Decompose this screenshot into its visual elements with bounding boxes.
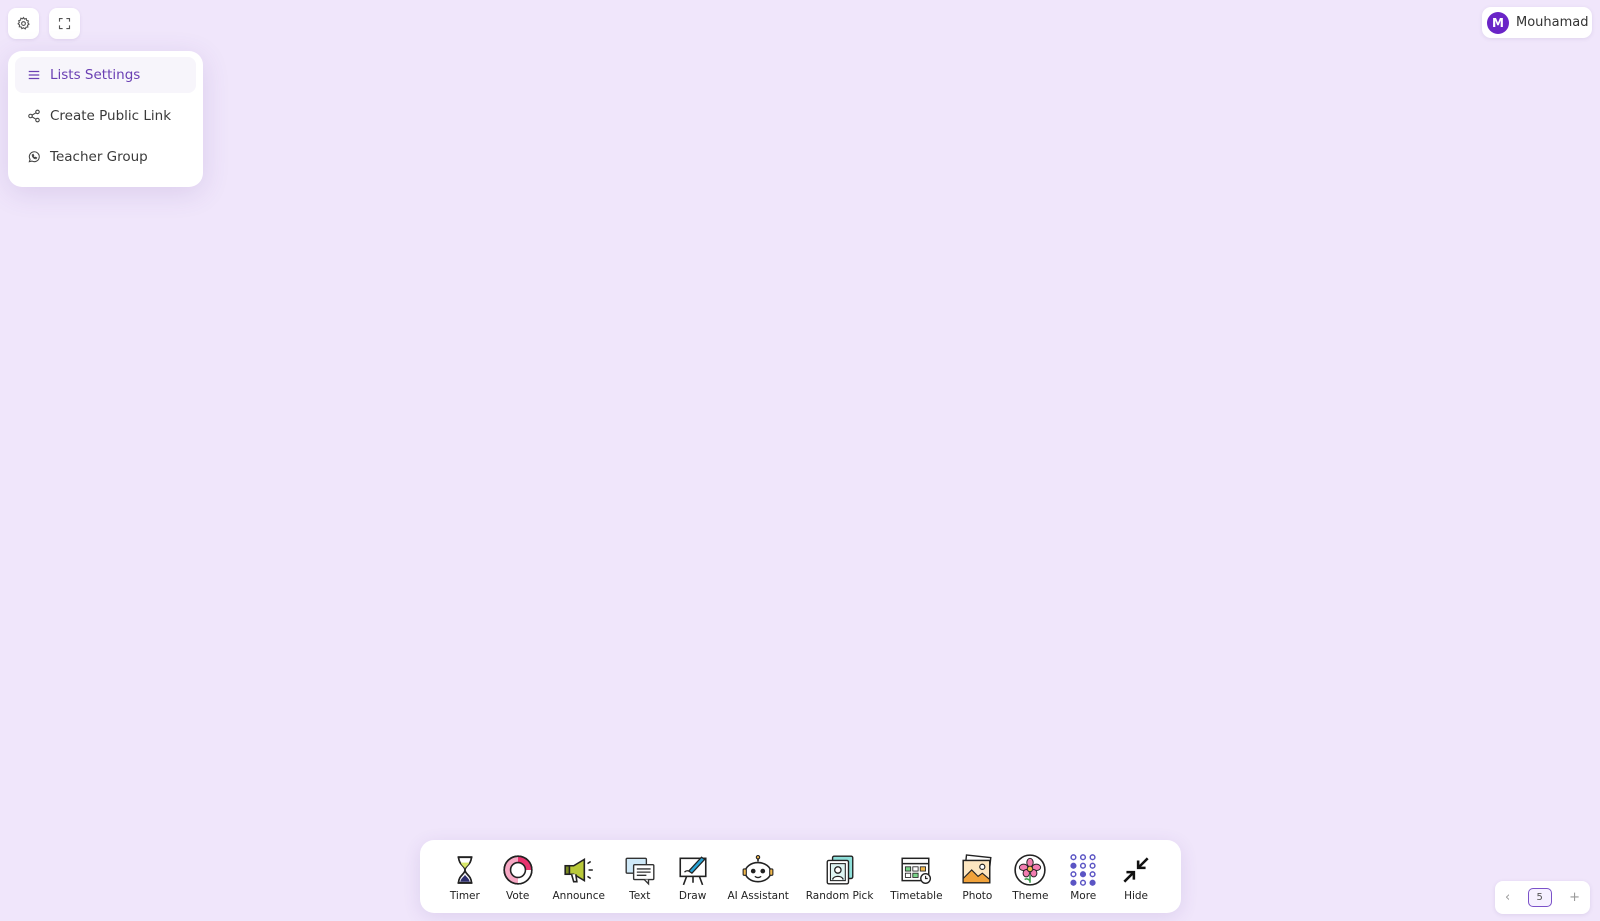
- tool-hide[interactable]: Hide: [1118, 852, 1154, 902]
- tool-label: Timetable: [890, 889, 943, 902]
- expand-icon: [58, 17, 71, 30]
- menu-item-label: Create Public Link: [50, 108, 172, 124]
- tool-timetable[interactable]: Timetable: [890, 852, 943, 902]
- menu-item-label: Teacher Group: [50, 149, 148, 165]
- current-page-indicator[interactable]: 5: [1527, 888, 1552, 907]
- tool-ai-assistant[interactable]: AI Assistant: [727, 852, 789, 902]
- flower-theme-icon: [1014, 853, 1046, 886]
- menu-item-label: Lists Settings: [50, 67, 141, 83]
- easel-icon: [679, 855, 707, 885]
- collapse-arrows-icon: [1123, 856, 1149, 883]
- tool-draw[interactable]: Draw: [675, 852, 711, 902]
- tool-text[interactable]: Text: [622, 852, 658, 902]
- menu-lines-icon: [28, 70, 40, 80]
- tool-label: AI Assistant: [727, 889, 789, 902]
- tool-random-pick[interactable]: Random Pick: [805, 852, 874, 902]
- gear-icon: [17, 16, 30, 30]
- tool-label: Random Pick: [805, 889, 874, 902]
- tool-label: Draw: [678, 889, 707, 902]
- timetable-icon: [901, 857, 932, 884]
- random-pick-icon: [826, 854, 854, 885]
- fullscreen-button[interactable]: [49, 8, 80, 39]
- whatsapp-icon: [28, 151, 40, 163]
- user-profile-button[interactable]: M Mouhamad: [1482, 7, 1592, 38]
- menu-item-teacher-group[interactable]: Teacher Group: [15, 139, 196, 175]
- tool-label: Announce: [552, 889, 605, 902]
- megaphone-icon: [564, 857, 593, 882]
- tool-announce[interactable]: Announce: [552, 852, 605, 902]
- share-icon: [28, 109, 40, 123]
- tool-label: Vote: [505, 889, 530, 902]
- settings-menu: Lists Settings Create Public Link Teache…: [8, 51, 203, 187]
- tool-label: Photo: [962, 889, 993, 902]
- text-bubble-icon: [625, 857, 655, 885]
- menu-item-lists-settings[interactable]: Lists Settings: [15, 57, 196, 93]
- tool-label: Theme: [1012, 889, 1049, 902]
- prev-page-button[interactable]: ‹: [1505, 890, 1510, 905]
- page-navigator: ‹ 5 +: [1495, 881, 1590, 914]
- tool-label: Text: [629, 889, 651, 902]
- tool-photo[interactable]: Photo: [959, 852, 995, 902]
- avatar: M: [1487, 11, 1509, 34]
- settings-button[interactable]: [8, 8, 39, 39]
- tool-vote[interactable]: Vote: [500, 852, 536, 902]
- tool-label: Timer: [449, 889, 480, 902]
- tool-label: Hide: [1124, 889, 1149, 902]
- robot-icon: [742, 854, 774, 882]
- add-page-button[interactable]: +: [1569, 890, 1580, 905]
- user-name: Mouhamad: [1516, 15, 1589, 30]
- hourglass-icon: [457, 855, 473, 884]
- tool-more[interactable]: More: [1065, 852, 1101, 902]
- tool-theme[interactable]: Theme: [1012, 852, 1048, 902]
- tool-timer[interactable]: Timer: [447, 852, 483, 902]
- dots-grid-icon: [1070, 853, 1096, 886]
- widget-toolbar: Timer Vote Announce Text Draw AI Assista…: [420, 840, 1181, 913]
- tool-label: More: [1070, 889, 1097, 902]
- menu-item-create-public-link[interactable]: Create Public Link: [15, 98, 196, 134]
- vote-ring-icon: [503, 854, 533, 885]
- photo-icon: [962, 853, 992, 883]
